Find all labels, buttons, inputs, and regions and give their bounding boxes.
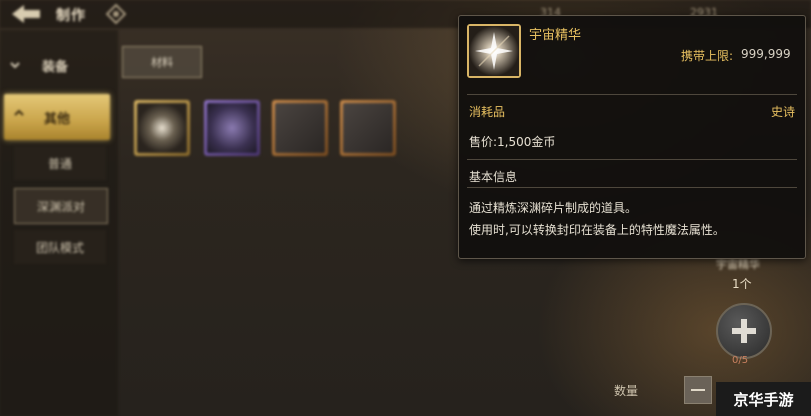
chevron-up-icon [14, 109, 24, 116]
item-slot-2[interactable] [204, 100, 260, 156]
divider [467, 94, 797, 95]
divider [467, 159, 797, 160]
quantity-label: 数量 [614, 384, 639, 398]
diamond-settings-icon[interactable] [106, 4, 126, 24]
item-rarity: 史诗 [770, 105, 795, 119]
cosmic-essence-icon [467, 24, 521, 78]
sub-item-abyss-party[interactable]: 深渊派对 [14, 188, 108, 224]
description-line-1: 通过精炼深渊碎片制成的道具。 [469, 201, 638, 215]
category-equipment[interactable]: 装备 [4, 48, 110, 82]
add-count: 0/5 [732, 355, 749, 366]
add-button[interactable] [716, 303, 772, 359]
tab-materials[interactable]: 材料 [122, 46, 202, 78]
sub-item-normal[interactable]: 普通 [14, 146, 106, 180]
item-slot-4[interactable] [340, 100, 396, 156]
item-slot-3[interactable] [272, 100, 328, 156]
sub-item-team-mode[interactable]: 团队模式 [14, 230, 106, 264]
carry-limit-label: 携带上限: [681, 49, 734, 63]
item-type: 消耗品 [469, 105, 506, 119]
back-arrow-icon[interactable] [8, 3, 44, 25]
item-price: 售价:1,500金币 [469, 135, 556, 149]
watermark-logo: 京华手游 [716, 382, 811, 416]
basic-info-title: 基本信息 [469, 170, 518, 184]
active-category-label: 其他 [44, 112, 71, 127]
category-label: 装备 [42, 59, 69, 75]
divider [467, 187, 797, 188]
item-tooltip: 宇宙精华 携带上限: 999,999 消耗品 史诗 售价:1,500金币 基本信… [458, 15, 806, 259]
item-slot-cosmic-essence[interactable] [134, 100, 190, 156]
minus-button[interactable] [684, 376, 712, 404]
page-title: 制作 [56, 8, 86, 24]
plus-icon [732, 319, 756, 343]
category-other-active[interactable]: 其他 [4, 94, 110, 140]
item-name: 宇宙精华 [529, 28, 582, 43]
chevron-down-icon [10, 62, 20, 69]
carry-limit-value: 999,999 [741, 47, 791, 61]
description-line-2: 使用时,可以转换封印在装备上的特性魔法属性。 [469, 223, 725, 237]
craft-count: 1个 [732, 277, 752, 291]
